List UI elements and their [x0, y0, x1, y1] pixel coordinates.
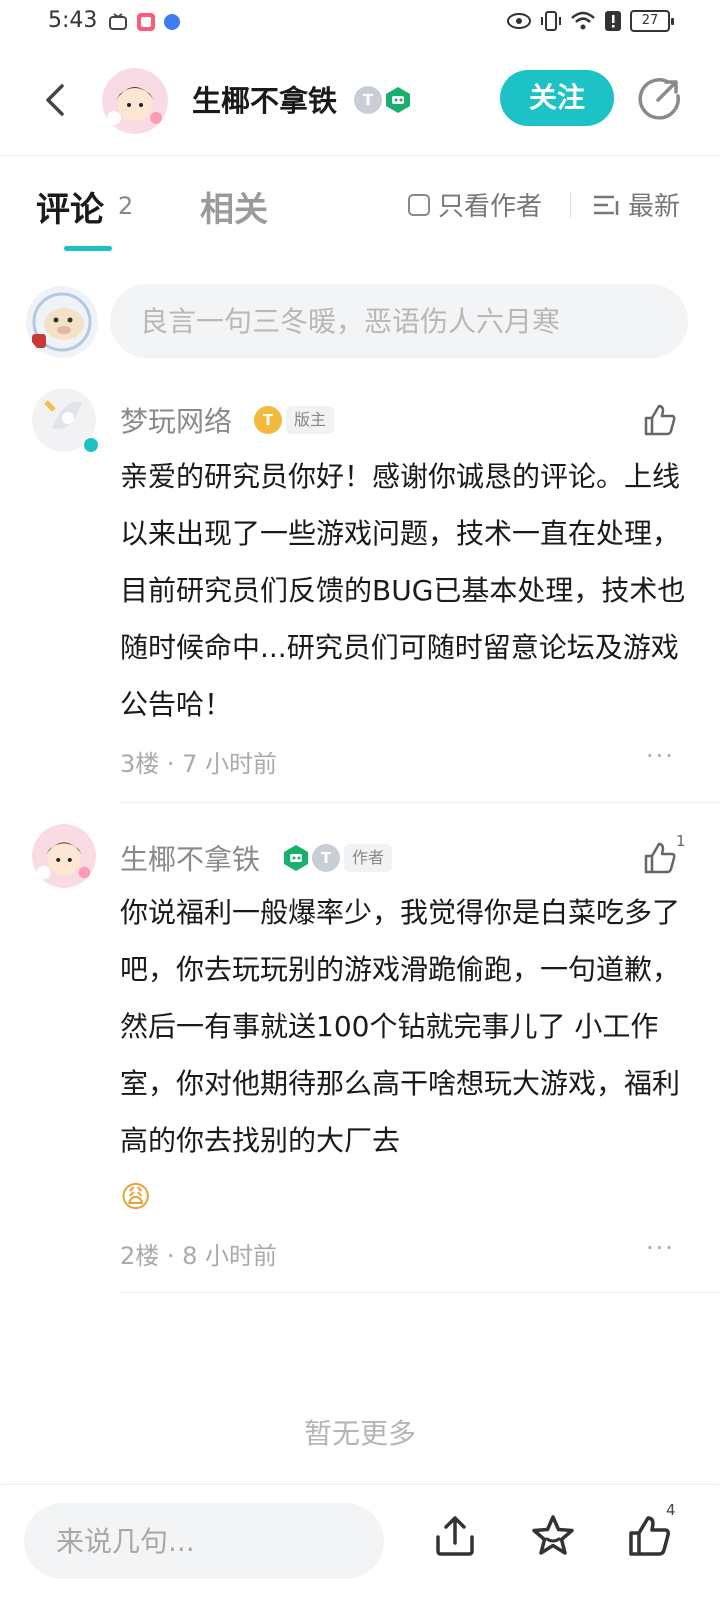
status-time: 5:43 — [48, 8, 98, 33]
like-count: 1 — [676, 832, 686, 850]
tab-related[interactable]: 相关 — [200, 182, 268, 231]
thumbs-up-icon[interactable] — [642, 840, 678, 876]
sort-label: 最新 — [628, 192, 681, 222]
level-badge-icon: T — [354, 86, 382, 114]
share-out-icon[interactable] — [638, 76, 682, 120]
author-name[interactable]: 生椰不拿铁 — [192, 78, 337, 120]
author-tag: 作者 — [344, 844, 393, 872]
status-right: 27 — [506, 10, 674, 32]
app-icon — [137, 13, 155, 31]
thumbs-up-icon[interactable] — [626, 1513, 672, 1559]
sort-lines-icon — [594, 195, 619, 215]
eye-icon — [507, 13, 531, 29]
alert-icon — [605, 11, 621, 31]
back-arrow-icon[interactable] — [36, 76, 76, 124]
more-options-icon[interactable]: ··· — [646, 742, 675, 770]
level-badge-icon: T — [254, 406, 282, 434]
verified-badge-icon — [82, 436, 100, 454]
comment-input[interactable] — [110, 284, 688, 358]
divider — [570, 192, 571, 218]
commenter-avatar[interactable] — [32, 824, 96, 888]
post-header: 生椰不拿铁 T 关注 — [0, 46, 720, 156]
comment-text: 你说福利一般爆率少，我觉得你是白菜吃多了吧，你去玩玩别的游戏滑跪偷跑，一句道歉，… — [120, 896, 681, 1157]
comment-tabs: 评论 2 相关 只看作者 最新 — [0, 156, 720, 252]
sort-toggle[interactable]: 最新 — [592, 186, 680, 223]
comment-body: 亲爱的研究员你好！感谢你诚恳的评论。上线以来出现了一些游戏问题，技术一直在处理，… — [120, 460, 686, 721]
only-author-toggle[interactable]: 只看作者 — [408, 186, 542, 223]
reply-input[interactable] — [24, 1503, 384, 1579]
share-icon[interactable] — [432, 1513, 478, 1559]
follow-button[interactable]: 关注 — [500, 70, 614, 126]
comment-count: 2 — [118, 192, 134, 220]
status-bar: 5:43 27 — [0, 0, 720, 46]
comment-meta: 2楼 · 8 小时前 — [120, 1242, 278, 1270]
emoji-tired-icon: 😩 — [120, 1180, 152, 1215]
comment-meta: 3楼 · 7 小时前 — [120, 750, 278, 778]
author-avatar[interactable] — [102, 68, 168, 134]
no-more-label: 暂无更多 — [303, 1417, 416, 1450]
separator — [120, 1292, 720, 1293]
globe-icon — [164, 14, 180, 30]
thumbs-up-icon[interactable] — [642, 402, 678, 438]
tv-icon — [109, 13, 127, 30]
game-badge-icon — [284, 845, 308, 871]
checkbox-icon[interactable] — [408, 193, 430, 216]
moderator-tag: 版主 — [286, 406, 335, 434]
separator — [120, 802, 720, 803]
commenter-name[interactable]: 梦玩网络 — [120, 400, 232, 440]
game-badge-icon — [386, 87, 410, 113]
star-icon[interactable] — [530, 1513, 576, 1559]
level-badge-icon: T — [312, 844, 340, 872]
like-count: 4 — [666, 1501, 676, 1519]
bottom-action-bar: 4 — [0, 1484, 720, 1600]
only-author-label: 只看作者 — [438, 192, 543, 222]
my-avatar[interactable] — [26, 286, 98, 358]
wifi-icon — [571, 11, 595, 30]
active-tab-indicator — [64, 246, 112, 251]
tab-comments[interactable]: 评论 — [36, 182, 104, 231]
vibrate-icon — [541, 11, 561, 31]
comment-body: 你说福利一般爆率少，我觉得你是白菜吃多了吧，你去玩玩别的游戏滑跪偷跑，一句道歉，… — [120, 884, 686, 1226]
commenter-name[interactable]: 生椰不拿铁 — [120, 838, 260, 878]
more-options-icon[interactable]: ··· — [646, 1234, 675, 1262]
battery-indicator: 27 — [630, 10, 674, 32]
